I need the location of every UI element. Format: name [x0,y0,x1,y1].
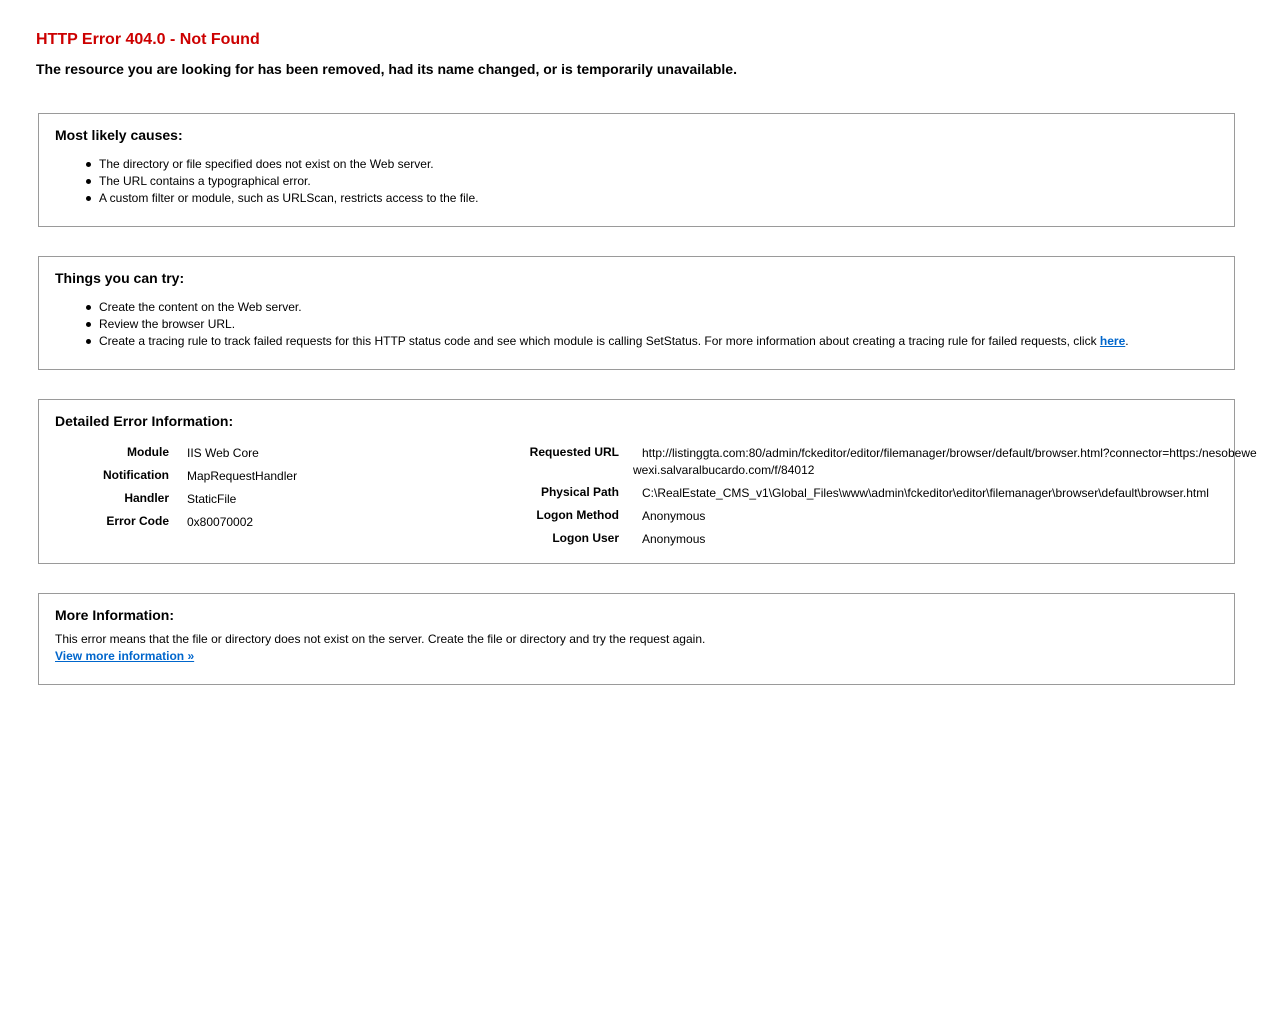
bullet-icon [86,196,91,201]
list-item-text: Create the content on the Web server. [99,300,302,314]
logon-method-value: Anonymous [642,509,706,523]
module-value: IIS Web Core [187,446,259,460]
list-item-text: A custom filter or module, such as URLSc… [99,191,479,205]
list-item: Review the browser URL. [83,316,1129,333]
details-section: Detailed Error Information: Module IIS W… [38,399,1257,564]
notification-label: Notification [103,468,169,482]
try-section: Things you can try: Create the content o… [38,256,1235,370]
logon-user-value: Anonymous [642,532,706,546]
handler-label: Handler [124,491,169,505]
requested-url-value-cont: wexi.salvaralbucardo.com/f/84012 [633,463,815,477]
requested-url-label: Requested URL [529,445,619,459]
list-item: The URL contains a typographical error. [83,173,478,190]
notification-value: MapRequestHandler [187,469,298,483]
logon-user-label: Logon User [552,531,619,545]
error-code-label: Error Code [106,514,169,528]
list-item: A custom filter or module, such as URLSc… [83,190,478,207]
list-item: Create the content on the Web server. [83,299,1129,316]
error-subtitle: The resource you are looking for has bee… [36,61,737,77]
physical-path-label: Physical Path [540,485,619,499]
try-heading: Things you can try: [55,270,185,286]
list-item: The directory or file specified does not… [83,156,478,173]
bullet-icon [86,339,91,344]
more-info-section: More Information: This error means that … [38,593,1235,685]
list-item-text: Review the browser URL. [99,317,236,331]
tracing-suffix: . [1125,334,1129,348]
logon-method-label: Logon Method [536,508,619,522]
bullet-icon [86,322,91,327]
bullet-icon [86,179,91,184]
requested-url-value: http://listinggta.com:80/admin/fckeditor… [642,446,1257,460]
causes-list: The directory or file specified does not… [83,156,478,207]
list-item-text: The directory or file specified does not… [99,157,434,171]
error-code-value: 0x80070002 [187,515,254,529]
more-info-heading: More Information: [55,607,174,623]
error-title: HTTP Error 404.0 - Not Found [36,31,260,48]
details-right-table: Requested URL http://listinggta.com:80/a… [519,444,1257,554]
causes-section: Most likely causes: The directory or fil… [38,113,1235,227]
tracing-text: Create a tracing rule to track failed re… [99,334,1100,348]
physical-path-value: C:\RealEstate_CMS_v1\Global_Files\www\ad… [642,486,1209,500]
error-header: HTTP Error 404.0 - Not Found The resourc… [36,30,1236,78]
details-left-table: Module IIS Web Core Notification MapRequ… [39,444,519,544]
bullet-icon [86,162,91,167]
details-heading: Detailed Error Information: [55,413,234,429]
error-page: HTTP Error 404.0 - Not Found The resourc… [0,0,1280,1024]
more-info-text: This error means that the file or direct… [55,632,706,646]
module-label: Module [127,445,169,459]
bullet-icon [86,305,91,310]
list-item-text: The URL contains a typographical error. [99,174,311,188]
view-more-info-link[interactable]: View more information » [55,649,194,663]
handler-value: StaticFile [187,492,237,506]
try-list: Create the content on the Web server. Re… [83,299,1129,350]
list-item: Create a tracing rule to track failed re… [83,333,1129,350]
causes-heading: Most likely causes: [55,127,183,143]
tracing-here-link[interactable]: here [1100,334,1125,348]
